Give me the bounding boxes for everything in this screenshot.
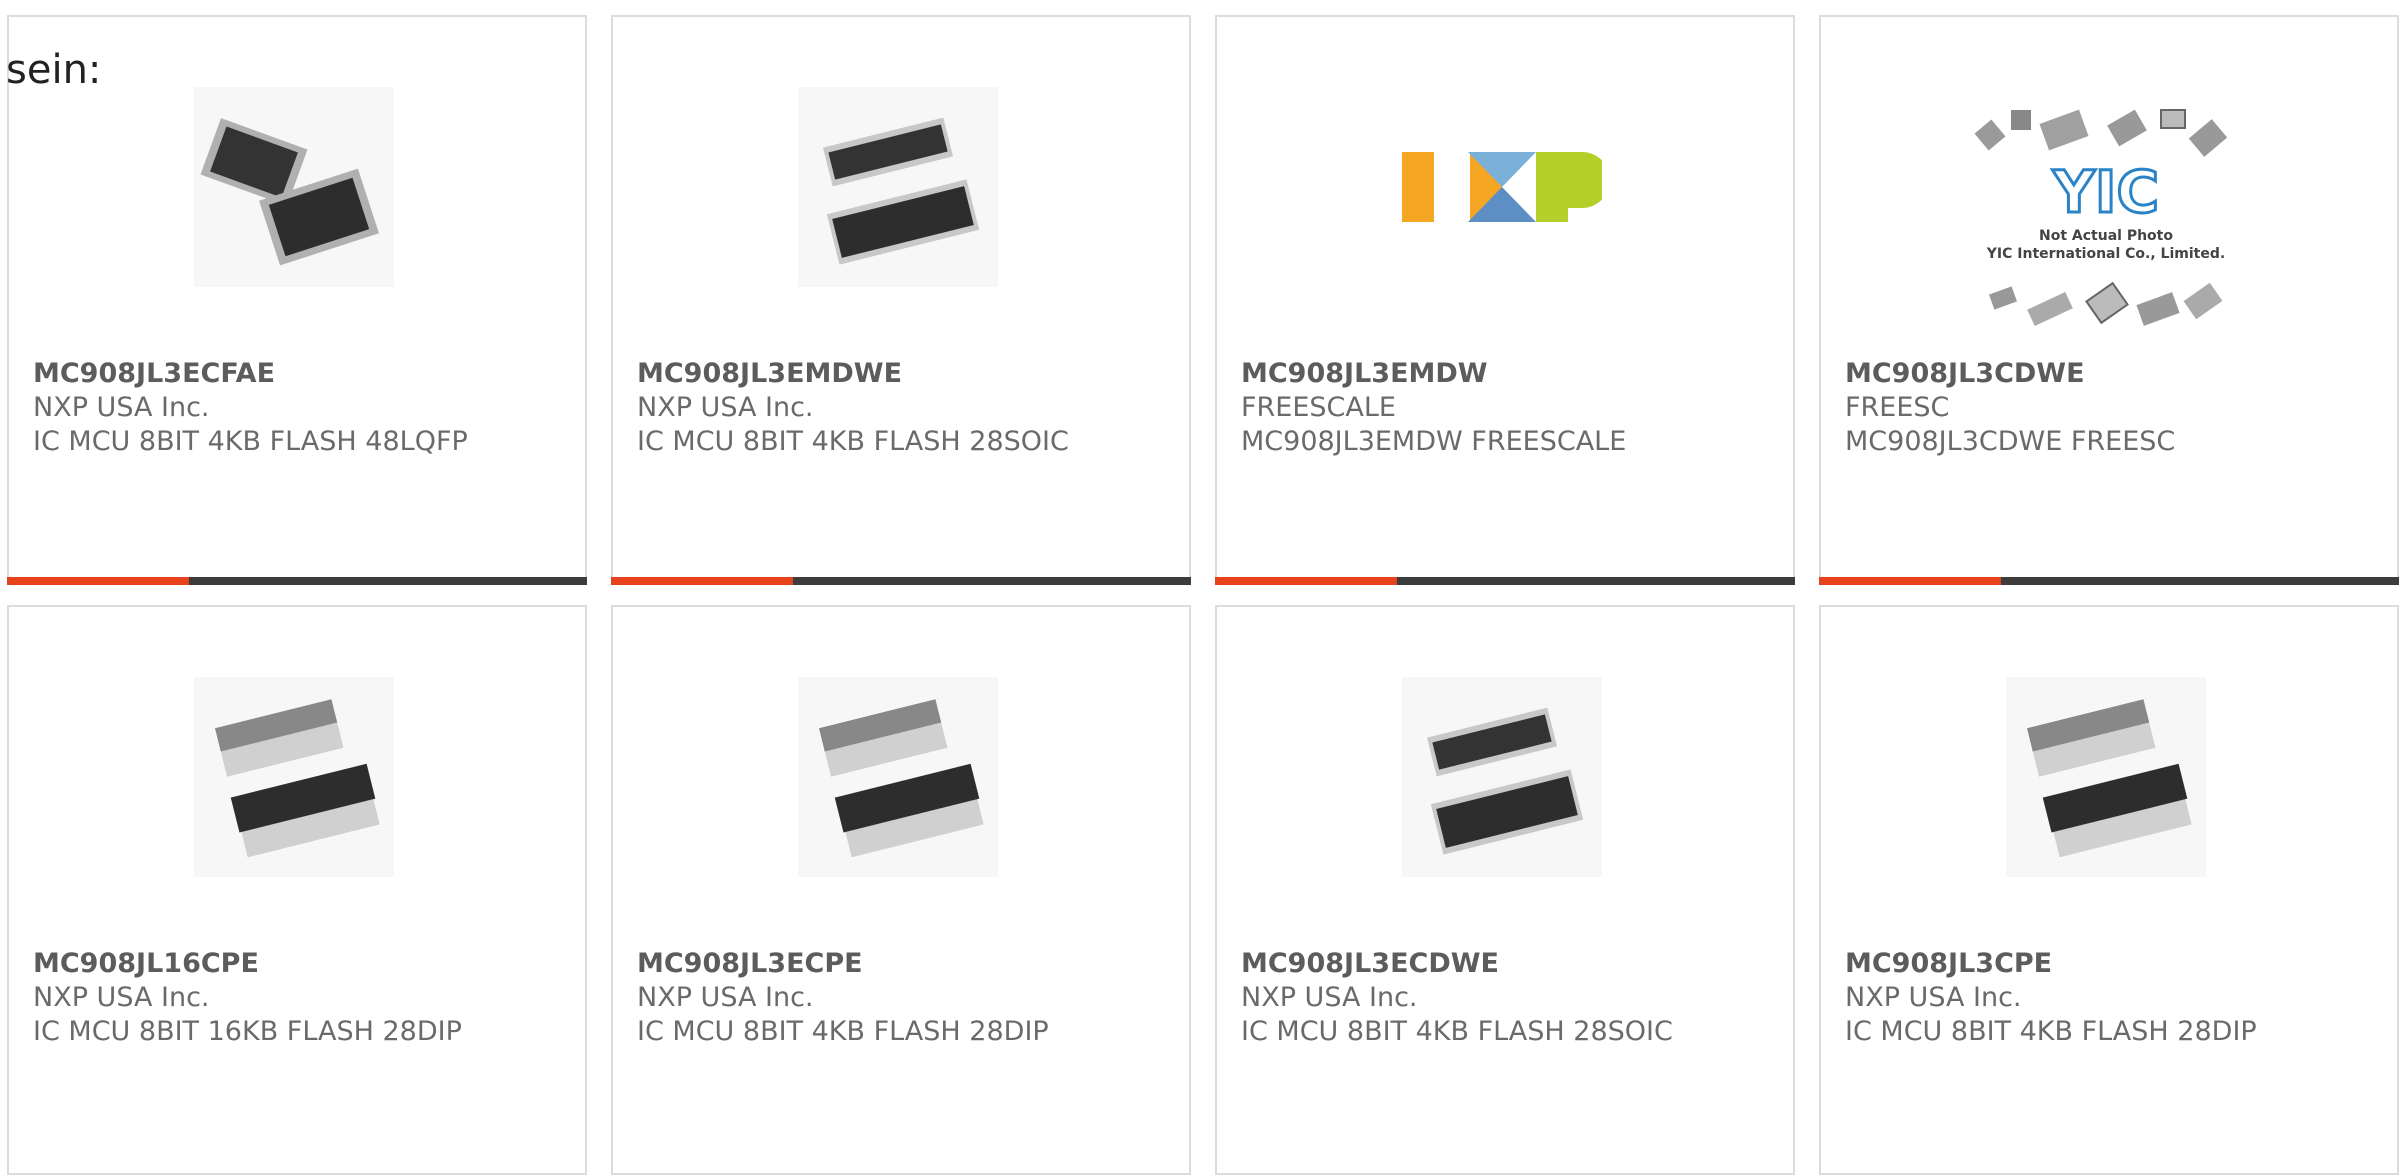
manufacturer: NXP USA Inc. xyxy=(1845,982,2022,1013)
manufacturer: FREESCALE xyxy=(1241,392,1396,423)
product-card[interactable]: YIC Not Actual Photo YIC International C… xyxy=(1819,15,2399,585)
product-grid: MC908JL3ECFAE NXP USA Inc. IC MCU 8BIT 4… xyxy=(7,15,2399,1175)
dip-chip-icon[interactable] xyxy=(194,677,394,877)
card-bar xyxy=(1215,577,1795,585)
part-number[interactable]: MC908JL3CPE xyxy=(1845,947,2387,981)
product-card[interactable]: MC908JL16CPE NXP USA Inc. IC MCU 8BIT 16… xyxy=(7,605,587,1175)
card-bar-accent xyxy=(7,577,189,585)
part-number[interactable]: MC908JL3EMDWE xyxy=(637,357,1179,391)
card-bar-accent xyxy=(611,577,793,585)
product-card[interactable]: MC908JL3ECFAE NXP USA Inc. IC MCU 8BIT 4… xyxy=(7,15,587,585)
yic-note-2: YIC International Co., Limited. xyxy=(1986,246,2225,262)
card-bar xyxy=(7,577,587,585)
yic-placeholder[interactable]: YIC Not Actual Photo YIC International C… xyxy=(1971,102,2241,342)
dip-chip-icon[interactable] xyxy=(798,677,998,877)
manufacturer: NXP USA Inc. xyxy=(33,392,210,423)
card-bar xyxy=(611,577,1191,585)
soic-chip-icon[interactable] xyxy=(798,87,998,287)
description: IC MCU 8BIT 4KB FLASH 28DIP xyxy=(1845,1016,2257,1047)
description: MC908JL3CDWE FREESC xyxy=(1845,426,2176,457)
product-card[interactable]: MC908JL3ECPE NXP USA Inc. IC MCU 8BIT 4K… xyxy=(611,605,1191,1175)
manufacturer: FREESC xyxy=(1845,392,1950,423)
part-number[interactable]: MC908JL16CPE xyxy=(33,947,575,981)
part-number[interactable]: MC908JL3ECPE xyxy=(637,947,1179,981)
nxp-logo[interactable]: NXP xyxy=(1402,87,1602,287)
description: IC MCU 8BIT 4KB FLASH 28SOIC xyxy=(637,426,1069,457)
description: MC908JL3EMDW FREESCALE xyxy=(1241,426,1627,457)
description: IC MCU 8BIT 4KB FLASH 28DIP xyxy=(637,1016,1049,1047)
product-card[interactable]: MC908JL3CPE NXP USA Inc. IC MCU 8BIT 4KB… xyxy=(1819,605,2399,1175)
nxp-logo-text: NXP xyxy=(1486,257,1519,276)
part-number[interactable]: MC908JL3ECDWE xyxy=(1241,947,1783,981)
product-card[interactable]: NXP MC908JL3EMDW FREESCALE MC908JL3EMDW … xyxy=(1215,15,1795,585)
manufacturer: NXP USA Inc. xyxy=(637,392,814,423)
manufacturer: NXP USA Inc. xyxy=(33,982,210,1013)
product-card[interactable]: MC908JL3ECDWE NXP USA Inc. IC MCU 8BIT 4… xyxy=(1215,605,1795,1175)
dip-chip-icon[interactable] xyxy=(2006,677,2206,877)
part-number[interactable]: MC908JL3ECFAE xyxy=(33,357,575,391)
manufacturer: NXP USA Inc. xyxy=(1241,982,1418,1013)
intro-text: sein: xyxy=(6,47,102,93)
card-bar-accent xyxy=(1819,577,2001,585)
manufacturer: NXP USA Inc. xyxy=(637,982,814,1013)
yic-note-1: Not Actual Photo xyxy=(2039,228,2173,244)
soic-chip-icon[interactable] xyxy=(1402,677,1602,877)
lqfp-chip-icon[interactable] xyxy=(194,87,394,287)
card-bar xyxy=(1819,577,2399,585)
part-number[interactable]: MC908JL3EMDW xyxy=(1241,357,1783,391)
description: IC MCU 8BIT 16KB FLASH 28DIP xyxy=(33,1016,462,1047)
yic-logo-text: YIC xyxy=(2052,158,2159,226)
description: IC MCU 8BIT 4KB FLASH 28SOIC xyxy=(1241,1016,1673,1047)
part-number[interactable]: MC908JL3CDWE xyxy=(1845,357,2387,391)
product-card[interactable]: MC908JL3EMDWE NXP USA Inc. IC MCU 8BIT 4… xyxy=(611,15,1191,585)
card-bar-accent xyxy=(1215,577,1397,585)
description: IC MCU 8BIT 4KB FLASH 48LQFP xyxy=(33,426,468,457)
